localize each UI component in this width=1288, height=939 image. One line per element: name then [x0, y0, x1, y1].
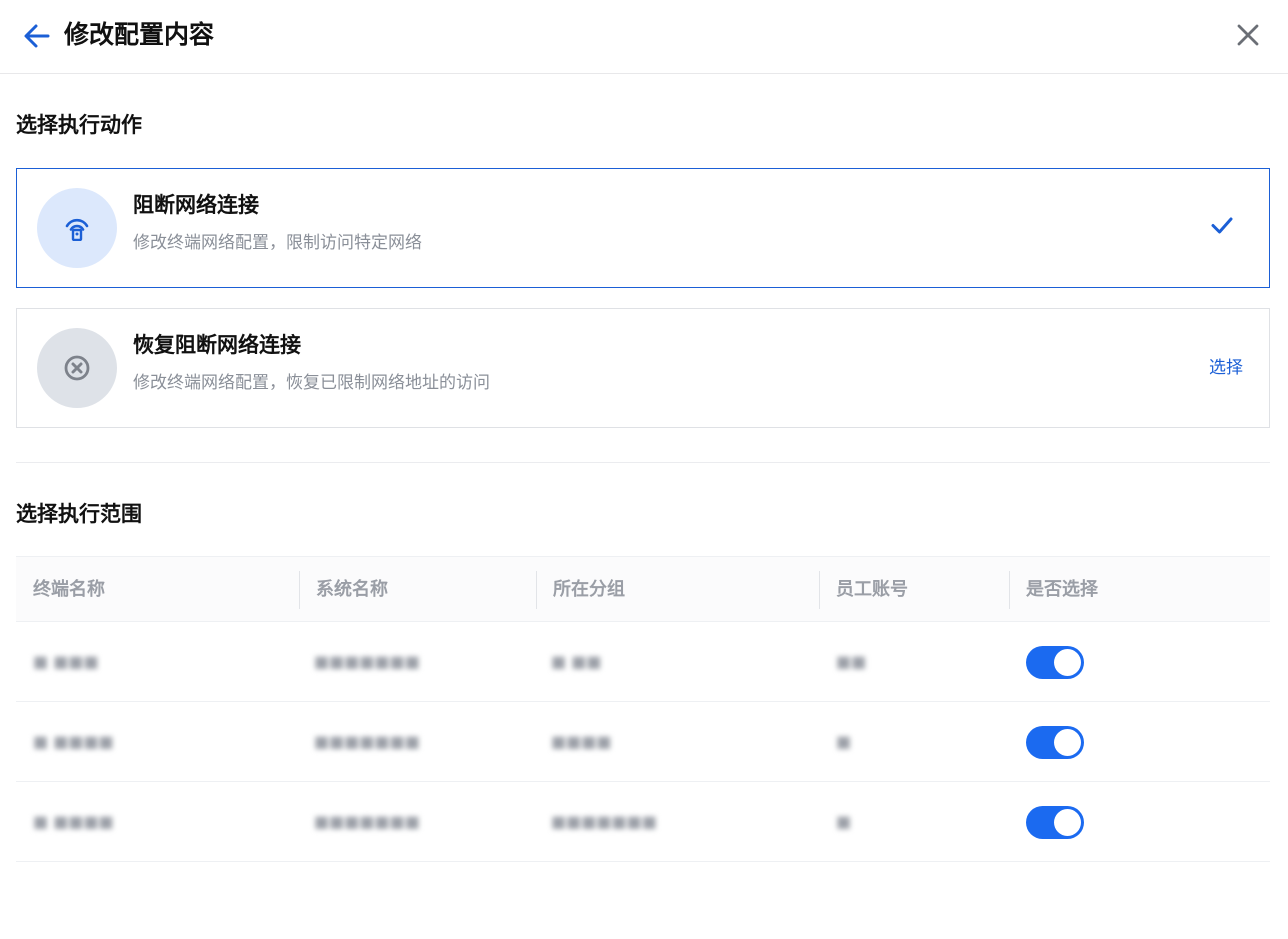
- action-option-description: 修改终端网络配置，恢复已限制网络地址的访问: [133, 373, 490, 393]
- action-option-block-network[interactable]: 阻断网络连接 修改终端网络配置，限制访问特定网络: [16, 168, 1270, 288]
- network-block-icon: [65, 218, 89, 241]
- system-name-cell: ■■■■■■■: [314, 812, 420, 831]
- system-name-cell: ■■■■■■■: [314, 732, 420, 751]
- action-option-restore-network[interactable]: 恢复阻断网络连接 修改终端网络配置，恢复已限制网络地址的访问 选择: [16, 308, 1270, 428]
- account-cell: ■: [836, 732, 852, 751]
- table-row: ■ ■■■ ■■■■■■■ ■ ■■ ■■: [16, 622, 1270, 702]
- column-separator: [1009, 571, 1010, 609]
- column-header-account: 员工账号: [836, 579, 908, 600]
- terminal-name-cell: ■ ■■■: [33, 652, 99, 671]
- check-icon: [1211, 217, 1233, 234]
- drawer-header: 修改配置内容: [0, 0, 1288, 74]
- select-toggle[interactable]: [1026, 806, 1084, 839]
- close-icon[interactable]: [1234, 21, 1262, 49]
- select-option-link[interactable]: 选择: [1209, 356, 1243, 380]
- group-cell: ■■■■■■■: [551, 812, 657, 831]
- action-avatar: [37, 328, 117, 408]
- group-cell: ■■■■: [551, 732, 612, 751]
- action-option-title: 阻断网络连接: [133, 193, 259, 217]
- action-option-description: 修改终端网络配置，限制访问特定网络: [133, 233, 422, 253]
- table-header: 终端名称 系统名称 所在分组 员工账号 是否选择: [16, 556, 1270, 622]
- toggle-knob: [1054, 729, 1081, 756]
- account-cell: ■: [836, 812, 852, 831]
- table-row: ■ ■■■■ ■■■■■■■ ■■■■■■■ ■: [16, 782, 1270, 862]
- select-toggle[interactable]: [1026, 646, 1084, 679]
- column-separator: [299, 571, 300, 609]
- action-option-title: 恢复阻断网络连接: [133, 333, 301, 357]
- select-toggle[interactable]: [1026, 726, 1084, 759]
- column-separator: [819, 571, 820, 609]
- table-row: ■ ■■■■ ■■■■■■■ ■■■■ ■: [16, 702, 1270, 782]
- toggle-knob: [1054, 809, 1081, 836]
- action-avatar: [37, 188, 117, 268]
- scope-section-title: 选择执行范围: [16, 502, 142, 526]
- terminal-name-cell: ■ ■■■■: [33, 812, 114, 831]
- page-title: 修改配置内容: [64, 20, 215, 49]
- account-cell: ■■: [836, 652, 867, 671]
- terminal-name-cell: ■ ■■■■: [33, 732, 114, 751]
- action-section-title: 选择执行动作: [16, 113, 142, 137]
- column-separator: [536, 571, 537, 609]
- group-cell: ■ ■■: [551, 652, 602, 671]
- system-name-cell: ■■■■■■■: [314, 652, 420, 671]
- column-header-system: 系统名称: [316, 579, 388, 600]
- arrow-left-icon[interactable]: [22, 21, 52, 51]
- scope-table: 终端名称 系统名称 所在分组 员工账号 是否选择 ■ ■■■ ■■■■■■■ ■…: [16, 556, 1270, 862]
- section-divider: [16, 462, 1270, 463]
- toggle-knob: [1054, 649, 1081, 676]
- column-header-terminal: 终端名称: [33, 579, 105, 600]
- column-header-group: 所在分组: [553, 579, 625, 600]
- column-header-selected: 是否选择: [1026, 579, 1098, 600]
- close-circle-icon: [64, 355, 90, 381]
